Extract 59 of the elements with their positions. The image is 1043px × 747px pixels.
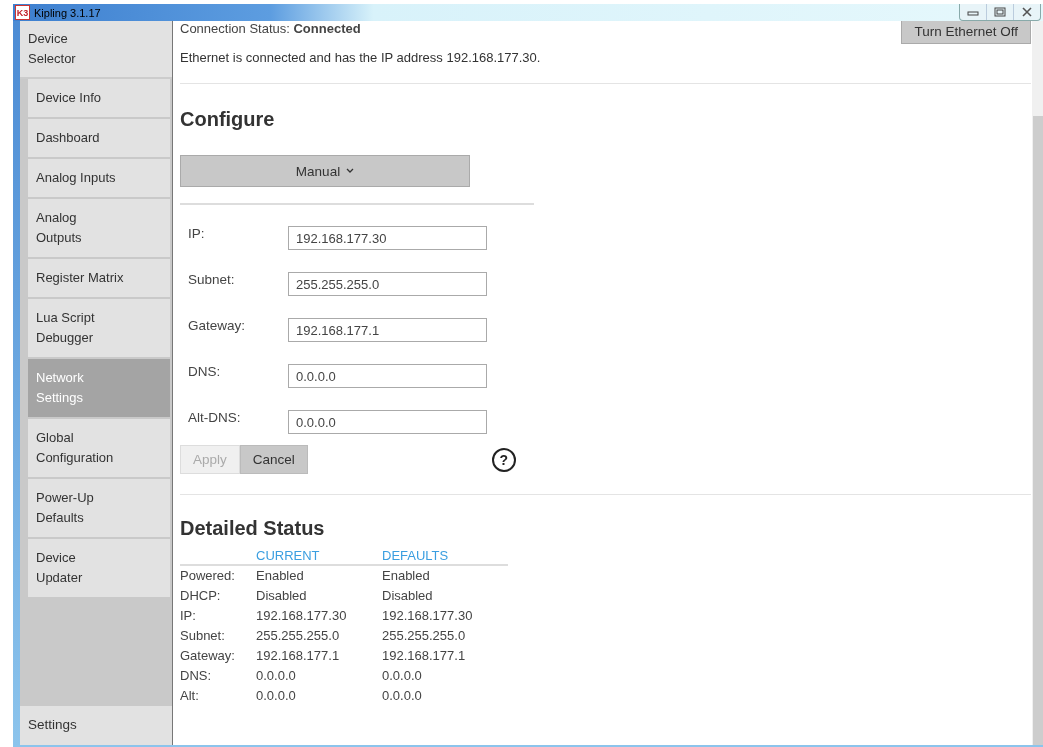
field-label: Alt-DNS: xyxy=(188,409,242,425)
field-label: IP: xyxy=(188,225,206,241)
mode-dropdown[interactable]: Manual xyxy=(180,155,470,187)
table-cell-text: 0.0.0.0 xyxy=(382,687,423,705)
help-button[interactable]: ? xyxy=(491,447,516,472)
column-header: CURRENT xyxy=(256,548,382,565)
table-cell-text: 192.168.177.1 xyxy=(256,647,341,665)
table-cell: 0.0.0.0 xyxy=(256,686,382,706)
caret-icon xyxy=(346,168,355,174)
app-logo-icon: K3 xyxy=(15,5,30,20)
settings-item[interactable]: Settings xyxy=(20,706,172,745)
section-title: Detailed Status xyxy=(180,517,326,540)
row-label: Alt: xyxy=(180,686,256,706)
cancel-button[interactable]: Cancel xyxy=(239,445,308,474)
row-label: DNS: xyxy=(180,666,256,686)
row-label: Gateway: xyxy=(180,647,236,665)
maximize-icon xyxy=(994,7,1006,17)
sidebar-item[interactable]: Global Configuration xyxy=(28,419,170,477)
turn-ethernet-off-button[interactable]: Turn Ethernet Off xyxy=(901,21,1031,44)
table-cell-text: Disabled xyxy=(382,587,434,605)
sidebar-item[interactable]: Dashboard xyxy=(28,119,170,157)
sidebar-item[interactable]: Device Info xyxy=(28,79,170,117)
sidebar-item[interactable]: Lua Script Debugger xyxy=(28,299,170,357)
table-cell: 255.255.255.0 xyxy=(256,626,382,646)
scrollbar[interactable] xyxy=(1032,21,1043,745)
input-field[interactable]: 0.0.0.0 xyxy=(288,364,487,388)
row-label: IP: xyxy=(180,607,197,625)
sidebar-item[interactable]: Device Updater xyxy=(28,539,170,597)
column-header: DEFAULTS xyxy=(382,548,508,565)
table-cell-text: 192.168.177.30 xyxy=(256,607,348,625)
input-field[interactable]: 192.168.177.30 xyxy=(288,226,487,250)
input-field[interactable]: 255.255.255.0 xyxy=(288,272,487,296)
table-cell-text: Disabled xyxy=(256,587,308,605)
row-label: Subnet: xyxy=(180,626,256,646)
sidebar-item[interactable]: Power-Up Defaults xyxy=(28,479,170,537)
table-cell-text: 255.255.255.0 xyxy=(382,627,467,645)
row-label: DHCP: xyxy=(180,587,222,605)
sidebar-item[interactable]: Register Matrix xyxy=(28,259,170,297)
input-field[interactable]: 192.168.177.1 xyxy=(288,318,487,342)
sidebar-item[interactable]: Analog Inputs xyxy=(28,159,170,197)
sidebar-header[interactable]: Device Selector xyxy=(20,21,172,79)
table-cell-text: 0.0.0.0 xyxy=(382,667,423,685)
table-cell-text: 192.168.177.1 xyxy=(382,647,467,665)
status-message: Ethernet is connected and has the IP address 192.168.177.30. xyxy=(180,50,542,65)
minimize-icon xyxy=(967,8,979,16)
input-field[interactable]: 0.0.0.0 xyxy=(288,410,487,434)
table-cell-text: 192.168.177.30 xyxy=(382,607,474,625)
table-cell: Enabled xyxy=(382,565,508,586)
section-title: Configure xyxy=(180,108,276,131)
connection-status: Connection Status: Connected xyxy=(180,21,361,36)
close-icon xyxy=(1021,7,1033,17)
window-title: Kipling 3.1.17 xyxy=(34,6,101,19)
row-label: Powered: xyxy=(180,565,256,586)
field-label: Subnet: xyxy=(188,271,236,287)
table-cell: Enabled xyxy=(256,565,382,586)
field-label: DNS: xyxy=(188,363,222,379)
sidebar-item[interactable]: Analog Outputs xyxy=(28,199,170,257)
table-cell: 0.0.0.0 xyxy=(256,666,382,686)
field-label: Gateway: xyxy=(188,317,247,333)
